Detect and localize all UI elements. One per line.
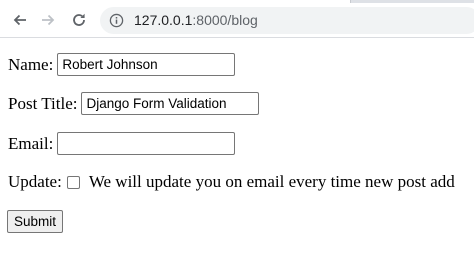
name-input[interactable]: Robert Johnson bbox=[57, 53, 236, 76]
name-row: Name: Robert Johnson bbox=[8, 53, 236, 76]
url-host: 127.0.0.1 bbox=[134, 12, 193, 28]
url-text: 127.0.0.1:8000/blog bbox=[134, 12, 258, 29]
post-title-label: Post Title: bbox=[8, 93, 78, 113]
url-path: :8000/blog bbox=[192, 12, 258, 28]
page-content: Name: Robert Johnson Post Title: Django … bbox=[0, 38, 474, 267]
email-row: Email: bbox=[8, 132, 236, 155]
reload-icon bbox=[73, 13, 85, 26]
post-title-row: Post Title: Django Form Validation bbox=[8, 92, 260, 115]
browser-toolbar: 127.0.0.1:8000/blog bbox=[0, 3, 474, 38]
reload-button[interactable] bbox=[67, 8, 91, 32]
back-button[interactable] bbox=[8, 8, 32, 32]
update-checkbox[interactable] bbox=[66, 175, 80, 189]
name-label: Name: bbox=[8, 54, 54, 74]
email-label: Email: bbox=[8, 133, 54, 153]
update-label: Update: bbox=[8, 172, 62, 191]
post-title-input[interactable]: Django Form Validation bbox=[81, 92, 260, 115]
update-checkbox-text: We will update you on email every time n… bbox=[88, 172, 455, 191]
forward-button[interactable] bbox=[36, 8, 60, 32]
info-circle-icon[interactable] bbox=[109, 13, 124, 28]
forward-arrow-icon bbox=[42, 14, 55, 26]
back-arrow-icon bbox=[13, 14, 26, 26]
submit-button[interactable]: Submit bbox=[7, 210, 64, 233]
update-row: Update: We will update you on email ever… bbox=[8, 172, 455, 192]
address-bar[interactable]: 127.0.0.1:8000/blog bbox=[100, 7, 474, 34]
email-input[interactable] bbox=[57, 132, 236, 155]
